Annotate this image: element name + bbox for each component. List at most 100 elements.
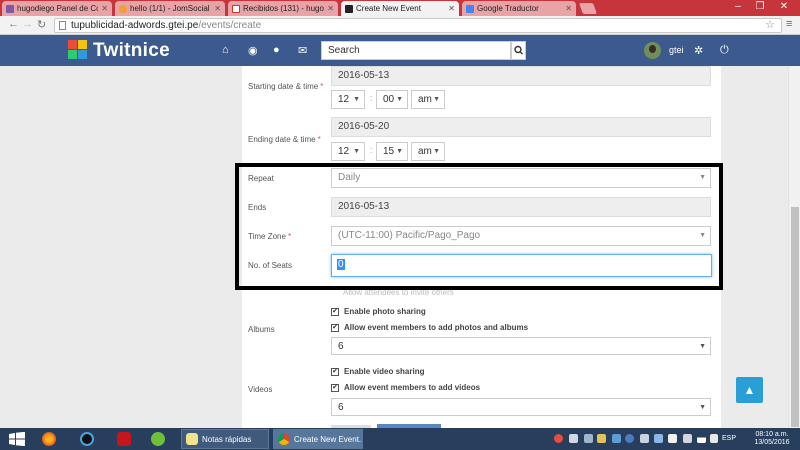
enable-photo-sharing-checkbox[interactable]: ✔: [331, 308, 339, 316]
start-date-field[interactable]: 2016-05-13: [331, 66, 711, 86]
tray-app-icon[interactable]: [597, 434, 606, 443]
browser-menu-icon[interactable]: ≡: [786, 18, 792, 30]
scrollbar-thumb[interactable]: [791, 207, 799, 427]
repeat-select[interactable]: Daily ▼: [331, 168, 711, 188]
bookmark-star-icon[interactable]: ☆: [765, 19, 775, 32]
tray-app-icon[interactable]: [668, 434, 677, 443]
search-input[interactable]: Search: [321, 41, 511, 60]
start-minute-select[interactable]: 00 ▼: [376, 90, 408, 109]
search-button[interactable]: [511, 41, 526, 60]
enable-video-sharing-checkbox[interactable]: ✔: [331, 368, 339, 376]
select-value: am: [418, 94, 432, 105]
brand-name[interactable]: Twitnice: [93, 40, 170, 62]
allow-photos-checkbox[interactable]: ✔: [331, 324, 339, 332]
tab-label: hello (1/1) - JomSocial Fo: [130, 4, 211, 13]
acrobat-icon[interactable]: [112, 428, 136, 450]
ends-date-field[interactable]: 2016-05-13: [331, 197, 711, 217]
dreamweaver-icon[interactable]: [146, 428, 170, 450]
selected-text: 0: [337, 259, 345, 270]
browser-tab[interactable]: hello (1/1) - JomSocial Fo ✕: [115, 1, 225, 16]
browser-tab[interactable]: hugodiego Panel de Contr ✕: [2, 1, 112, 16]
enable-photo-sharing-label: Enable photo sharing: [344, 307, 426, 316]
new-tab-button[interactable]: [578, 3, 598, 14]
flag-icon[interactable]: [683, 434, 692, 443]
start-button[interactable]: [2, 428, 32, 450]
globe-icon[interactable]: ◉: [248, 44, 258, 57]
search-placeholder: Search: [328, 45, 360, 56]
forward-icon[interactable]: →: [22, 18, 33, 30]
end-date-field[interactable]: 2016-05-20: [331, 117, 711, 137]
label-text: Ending date & time: [248, 135, 316, 144]
windows-taskbar: Notas rápidas Create New Event... ESP 08…: [0, 428, 800, 450]
site-favicon-icon: [6, 4, 14, 13]
select-value: am: [418, 146, 432, 157]
albums-label: Albums: [248, 325, 275, 334]
reload-icon[interactable]: ↻: [37, 18, 46, 31]
chevron-up-icon: ▲: [743, 383, 756, 397]
close-tab-icon[interactable]: ✕: [448, 4, 455, 13]
allow-videos-checkbox[interactable]: ✔: [331, 384, 339, 392]
firefox-icon[interactable]: [37, 428, 61, 450]
chevron-down-icon: ▼: [353, 96, 360, 103]
bluetooth-icon[interactable]: [569, 434, 578, 443]
back-icon[interactable]: ←: [8, 18, 19, 30]
tray-app-icon[interactable]: [625, 434, 634, 443]
network-icon[interactable]: [697, 434, 706, 443]
tray-app-icon[interactable]: [612, 434, 621, 443]
close-window-icon[interactable]: ✕: [772, 0, 796, 14]
avatar[interactable]: [644, 42, 661, 59]
page-scrollbar[interactable]: [788, 66, 800, 428]
close-tab-icon[interactable]: ✕: [214, 4, 221, 13]
chevron-down-icon: ▼: [396, 148, 403, 155]
timezone-select[interactable]: (UTC-11:00) Pacific/Pago_Pago ▼: [331, 226, 711, 246]
seats-input[interactable]: 0: [331, 254, 712, 277]
browser-tab[interactable]: Recibidos (131) - hugodie ✕: [228, 1, 338, 16]
taskbar-window-label: Notas rápidas: [202, 434, 252, 444]
clock-time: 08:10 a.m.: [755, 431, 789, 438]
taskbar-chrome-window[interactable]: Create New Event...: [273, 429, 363, 449]
power-icon[interactable]: ⏻: [720, 44, 729, 57]
eye-app-icon[interactable]: [75, 428, 99, 450]
mail-icon[interactable]: ✉: [298, 44, 307, 57]
tray-app-icon[interactable]: [584, 434, 593, 443]
close-tab-icon[interactable]: ✕: [101, 4, 108, 13]
system-clock[interactable]: 08:10 a.m. 13/05/2016: [751, 431, 793, 447]
home-icon[interactable]: ⌂: [222, 44, 229, 56]
minimize-icon[interactable]: –: [728, 0, 748, 14]
user-icon[interactable]: ●: [273, 44, 280, 56]
gear-icon[interactable]: ✲: [694, 44, 703, 57]
tray-app-icon[interactable]: [554, 434, 563, 443]
address-bar-input[interactable]: tupublicidad-adwords.gtei.pe/events/crea…: [54, 18, 782, 33]
maximize-icon[interactable]: ❐: [750, 0, 770, 14]
close-tab-icon[interactable]: ✕: [565, 4, 572, 13]
end-ampm-select[interactable]: am ▼: [411, 142, 445, 161]
username[interactable]: gtei: [669, 45, 684, 55]
tab-label: Google Traductor: [477, 4, 539, 13]
language-indicator[interactable]: ESP: [722, 435, 736, 442]
end-hour-select[interactable]: 12 ▼: [331, 142, 365, 161]
close-tab-icon[interactable]: ✕: [327, 4, 334, 13]
tray-app-icon[interactable]: [654, 434, 663, 443]
browser-tab-active[interactable]: Create New Event ✕: [341, 1, 459, 16]
site-header: Twitnice ⌂ ◉ ● ✉ Search gtei ✲ ⏻: [0, 35, 800, 66]
start-ampm-select[interactable]: am ▼: [411, 90, 445, 109]
seats-label: No. of Seats: [248, 261, 293, 270]
start-hour-select[interactable]: 12 ▼: [331, 90, 365, 109]
videos-count-select[interactable]: 6 ▼: [331, 398, 711, 416]
taskbar-notes-window[interactable]: Notas rápidas: [181, 429, 269, 449]
label-text: Time Zone: [248, 232, 286, 241]
event-form-panel: 2016-05-13 Starting date & time * 12 ▼ : 0…: [242, 66, 721, 428]
albums-count-select[interactable]: 6 ▼: [331, 337, 711, 355]
tray-app-icon[interactable]: [640, 434, 649, 443]
browser-tab[interactable]: Google Traductor ✕: [462, 1, 576, 16]
end-minute-select[interactable]: 15 ▼: [376, 142, 408, 161]
chevron-down-icon: ▼: [699, 174, 706, 181]
chevron-down-icon: ▼: [699, 404, 706, 411]
twitnice-logo-icon[interactable]: [68, 40, 88, 60]
volume-icon[interactable]: [710, 434, 718, 443]
scroll-to-top-button[interactable]: ▲: [736, 377, 763, 403]
url-path: /events/create: [198, 20, 262, 31]
start-datetime-label: Starting date & time *: [248, 82, 323, 91]
select-value: 6: [338, 341, 344, 352]
eye-logo: [80, 432, 94, 446]
